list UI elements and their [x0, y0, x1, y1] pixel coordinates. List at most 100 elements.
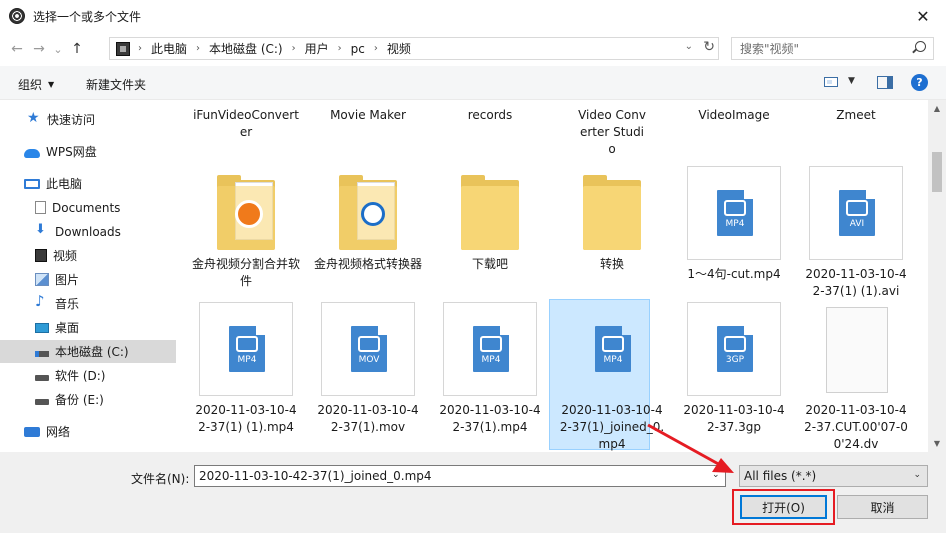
cancel-button[interactable]: 取消 — [837, 495, 928, 519]
file-type-value: All files (*.*) — [744, 469, 817, 483]
file-thumbnail: AVI — [809, 166, 903, 260]
breadcrumb-separator: › — [373, 43, 378, 54]
folder-item[interactable]: iFunVideoConverter — [190, 107, 302, 141]
video-icon — [35, 249, 47, 262]
breadcrumb-this-pc[interactable]: 此电脑 — [151, 40, 187, 57]
file-name: 2020-11-03-10-42-37(1)_joined_0.mp4 — [559, 403, 665, 451]
filename-input[interactable] — [194, 465, 726, 487]
search-input[interactable]: 搜索"视频" — [731, 37, 934, 60]
vertical-scrollbar[interactable]: ▲ ▼ — [928, 100, 946, 452]
file-item[interactable]: MP4 2020-11-03-10-42-37(1) (1).mp4 — [190, 302, 302, 436]
title-bar: 选择一个或多个文件 ✕ — [0, 0, 946, 32]
scroll-up-icon[interactable]: ▲ — [928, 100, 946, 117]
file-item[interactable]: MOV 2020-11-03-10-42-37(1).mov — [312, 302, 424, 436]
breadcrumb-pc[interactable]: pc — [351, 42, 365, 56]
file-item[interactable]: 2020-11-03-10-42-37.CUT.00'07-00'24.dv — [800, 302, 912, 452]
window-title: 选择一个或多个文件 — [33, 9, 142, 24]
folder-item[interactable]: records — [434, 107, 546, 124]
up-arrow-icon[interactable]: ↑ — [66, 38, 88, 60]
file-thumbnail: MP4 — [565, 302, 659, 396]
breadcrumb-local-disk-c[interactable]: 本地磁盘 (C:) — [209, 40, 283, 57]
folder-item[interactable]: VideoImage — [678, 107, 790, 124]
close-button[interactable]: ✕ — [900, 0, 946, 32]
folder-item[interactable]: 金舟视频格式转换器 — [312, 172, 424, 273]
folder-icon — [579, 172, 645, 250]
scrollbar-thumb[interactable] — [932, 152, 942, 192]
address-dropdown-icon[interactable]: ⌄ — [685, 41, 693, 52]
file-item[interactable]: MP4 2020-11-03-10-42-37(1).mp4 — [434, 302, 546, 436]
file-extension-badge: AVI — [849, 219, 865, 229]
sidebar-item-label: 此电脑 — [46, 177, 83, 191]
breadcrumb-separator: › — [138, 43, 142, 54]
sidebar-item-documents[interactable]: Documents — [0, 196, 176, 219]
help-icon[interactable]: ? — [911, 74, 928, 91]
video-file-icon: MOV — [351, 326, 387, 372]
app-film-reel-icon — [9, 8, 25, 24]
file-name: Movie Maker — [330, 108, 406, 122]
file-name: 2020-11-03-10-42-37.CUT.00'07-00'24.dv — [804, 403, 908, 451]
download-icon — [35, 222, 49, 238]
file-name: 2020-11-03-10-42-37.3gp — [683, 403, 785, 434]
sidebar-item-pictures[interactable]: 图片 — [0, 268, 176, 291]
address-bar[interactable]: › 此电脑 › 本地磁盘 (C:) › 用户 › pc › 视频 ⌄ ↻ — [109, 37, 719, 60]
file-name: 转换 — [599, 257, 624, 271]
sidebar-item-label: 网络 — [46, 425, 71, 439]
navigation-pane: 快速访问 WPS网盘 此电脑 Documents Downloads 视频 图片… — [0, 100, 180, 452]
breadcrumb-users[interactable]: 用户 — [305, 40, 329, 57]
video-file-icon: 3GP — [717, 326, 753, 372]
refresh-icon[interactable]: ↻ — [703, 39, 715, 55]
folder-item[interactable]: Video Converter Studio — [556, 107, 668, 158]
folder-item[interactable]: 金舟视频分割合并软件 — [190, 172, 302, 290]
filename-history-chevron-icon[interactable]: ⌄ — [712, 470, 720, 480]
drive-icon — [35, 374, 49, 381]
open-button[interactable]: 打开(O) — [740, 495, 827, 519]
breadcrumb-separator: › — [291, 43, 296, 54]
command-toolbar: 组织 ▼ 新建文件夹 ▼ ? — [0, 66, 946, 100]
file-item[interactable]: 3GP 2020-11-03-10-42-37.3gp — [678, 302, 790, 436]
folder-disc-icon — [335, 172, 401, 250]
folder-app-icon — [213, 172, 279, 250]
folder-item[interactable]: 下载吧 — [434, 172, 546, 273]
drive-icon — [35, 398, 49, 405]
sidebar-item-quick-access[interactable]: 快速访问 — [0, 108, 176, 131]
forward-arrow-icon[interactable]: → — [28, 38, 50, 60]
breadcrumb-separator: › — [337, 43, 342, 54]
back-arrow-icon[interactable]: ← — [6, 38, 28, 60]
video-file-icon: AVI — [839, 190, 875, 236]
file-extension-badge: MP4 — [603, 355, 623, 365]
sidebar-item-desktop[interactable]: 桌面 — [0, 316, 176, 339]
file-list: iFunVideoConverter Movie Maker records V… — [180, 100, 928, 452]
file-item[interactable]: MP4 1～4句-cut.mp4 — [678, 166, 790, 283]
file-item[interactable]: AVI 2020-11-03-10-42-37(1) (1).avi — [800, 166, 912, 300]
scroll-down-icon[interactable]: ▼ — [928, 435, 946, 452]
sidebar-item-label: 音乐 — [55, 297, 80, 311]
search-icon[interactable] — [915, 41, 926, 52]
folder-item[interactable]: Movie Maker — [312, 107, 424, 124]
recent-locations-chevron-icon[interactable]: ⌄ — [50, 38, 66, 60]
file-name: 2020-11-03-10-42-37(1).mp4 — [439, 403, 541, 434]
sidebar-item-label: WPS网盘 — [46, 145, 97, 159]
cloud-icon — [24, 148, 40, 158]
change-view-icon[interactable] — [824, 77, 838, 87]
sidebar-item-downloads[interactable]: Downloads — [0, 220, 176, 243]
sidebar-item-this-pc[interactable]: 此电脑 — [0, 172, 176, 195]
folder-item[interactable]: Zmeet — [800, 107, 912, 124]
sidebar-item-videos[interactable]: 视频 — [0, 244, 176, 267]
sidebar-item-drive-e[interactable]: 备份 (E:) — [0, 388, 176, 411]
file-type-select[interactable]: All files (*.*) ⌄ — [739, 465, 928, 487]
organize-menu[interactable]: 组织 ▼ — [18, 76, 54, 93]
preview-pane-icon[interactable] — [877, 76, 893, 89]
sidebar-item-label: 快速访问 — [47, 113, 96, 127]
sidebar-item-wps-cloud[interactable]: WPS网盘 — [0, 140, 176, 163]
folder-item[interactable]: 转换 — [556, 172, 668, 273]
file-thumbnail: MOV — [321, 302, 415, 396]
sidebar-item-network[interactable]: 网络 — [0, 420, 176, 443]
sidebar-item-drive-d[interactable]: 软件 (D:) — [0, 364, 176, 387]
view-options-caret-icon[interactable]: ▼ — [848, 76, 855, 86]
sidebar-item-local-disk-c[interactable]: 本地磁盘 (C:) — [0, 340, 176, 363]
new-folder-button[interactable]: 新建文件夹 — [86, 76, 146, 93]
sidebar-item-label: 软件 (D:) — [55, 369, 106, 383]
breadcrumb-videos[interactable]: 视频 — [387, 40, 411, 57]
file-item-selected[interactable]: MP4 2020-11-03-10-42-37(1)_joined_0.mp4 — [549, 299, 668, 452]
sidebar-item-music[interactable]: 音乐 — [0, 292, 176, 315]
